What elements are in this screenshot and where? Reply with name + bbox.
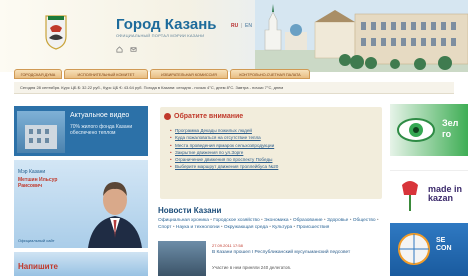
news-date: 27.09.2011 17:58 [212,243,243,248]
news-categories: Официальная хроника • Городское хозяйств… [158,218,379,230]
news-thumbnail[interactable] [158,241,206,276]
made-in-kazan-text: made in kazan [428,184,463,203]
news-category-link[interactable]: Спорт [158,225,172,230]
news-category-link[interactable]: Здоровье [327,218,348,223]
globe-icon [398,233,430,265]
lang-separator: | [241,23,243,29]
eco-banner-text: Зел го [442,118,459,139]
site-title[interactable]: Город Казань [116,16,216,33]
mayor-block[interactable]: Мэр Казани Метшин Ильсур Раисович Официа… [14,160,148,248]
tab-audit-chamber[interactable]: КОНТРОЛЬНО-СЧЕТНАЯ ПАЛАТА [230,69,310,79]
eco-banner[interactable]: Зел го [390,104,468,156]
conference-banner[interactable]: SE CON [390,223,468,276]
mail-icon[interactable] [130,46,137,53]
attention-link[interactable]: Куда пожаловаться на отсутствие тепла [170,134,278,142]
attention-bullet-icon [164,113,171,120]
news-headline[interactable]: В Казани прошел I Республиканский мусуль… [212,250,384,256]
kazan-coat-of-arms-icon[interactable] [44,14,68,50]
video-block-title[interactable]: Актуальное видео [70,112,129,119]
attention-list: Программа Декады пожилых людей Куда пожа… [170,127,278,171]
tab-executive-committee[interactable]: ИСПОЛНИТЕЛЬНЫЙ КОМИТЕТ [64,69,148,79]
attention-link[interactable]: Закрытие движения по ул.Зорге [170,149,278,157]
site-subtitle: ОФИЦИАЛЬНЫЙ ПОРТАЛ МЭРИИ КАЗАНИ [116,33,205,38]
video-thumbnail[interactable] [17,111,65,153]
news-category-link[interactable]: Общество [353,218,376,223]
write-us-label[interactable]: Напишите [18,262,58,271]
news-category-link[interactable]: Городское хозяйство [213,218,259,223]
news-category-link[interactable]: Образование [293,218,323,223]
mayor-site-link[interactable]: Официальный сайт [18,238,55,243]
mayor-title: Мэр Казани [18,169,46,175]
main-nav: ГОРОДСКАЯ ДУМА ИСПОЛНИТЕЛЬНЫЙ КОМИТЕТ ИЗ… [14,69,454,79]
eye-icon [397,118,435,142]
news-category-link[interactable]: Официальная хроника [158,218,209,223]
video-block-text[interactable]: 70% жилого фонда Казани обеспечено тепло… [70,124,144,136]
news-category-link[interactable]: Культура [272,225,292,230]
site-header: Город Казань ОФИЦИАЛЬНЫЙ ПОРТАЛ МЭРИИ КА… [0,0,468,72]
news-category-link[interactable]: Происшествия [297,225,330,230]
news-section-title[interactable]: Новости Казани [158,206,221,215]
tab-city-duma[interactable]: ГОРОДСКАЯ ДУМА [14,69,62,79]
tulip-icon [402,181,418,211]
building-thumbnail-icon [25,125,57,149]
mayor-portrait[interactable] [82,168,148,248]
made-in-kazan-banner[interactable]: made in kazan [390,170,468,218]
write-us-block[interactable]: Напишите [14,252,148,276]
attention-heading: Обратите внимание [174,113,244,120]
news-category-link[interactable]: Окружающая среда [224,225,268,230]
attention-link[interactable]: Места проведения ярмарок сельхозпродукци… [170,142,278,150]
attention-box: Обратите внимание Программа Декады пожил… [160,107,382,199]
news-category-link[interactable]: Экономика [264,218,288,223]
home-icon[interactable] [116,46,123,53]
kazan-skyline-illustration [255,0,468,72]
attention-link[interactable]: Ограничение движения по проспекту Победы [170,156,278,164]
attention-link[interactable]: Программа Декады пожилых людей [170,127,278,135]
mayor-name[interactable]: Метшин Ильсур Раисович [18,177,68,189]
conference-banner-text: SE CON [436,237,452,252]
news-snippet: Участие в нем приняли 240 делегатов. [212,265,292,270]
tab-election-commission[interactable]: ИЗБИРАТЕЛЬНАЯ КОМИССИЯ [150,69,228,79]
info-bar: Сегодня 28 сентября. Курс ЦБ $: 32.22 ру… [14,82,454,94]
lang-ru[interactable]: RU [231,23,238,29]
info-bar-text: Сегодня 28 сентября. Курс ЦБ $: 32.22 ру… [20,85,284,90]
attention-link[interactable]: Выберите маршрут движения троллейбуса №2… [170,163,278,171]
lang-en[interactable]: EN [245,23,252,29]
actual-video-block[interactable]: Актуальное видео 70% жилого фонда Казани… [14,106,148,156]
news-category-link[interactable]: Наука и технологии [176,225,220,230]
